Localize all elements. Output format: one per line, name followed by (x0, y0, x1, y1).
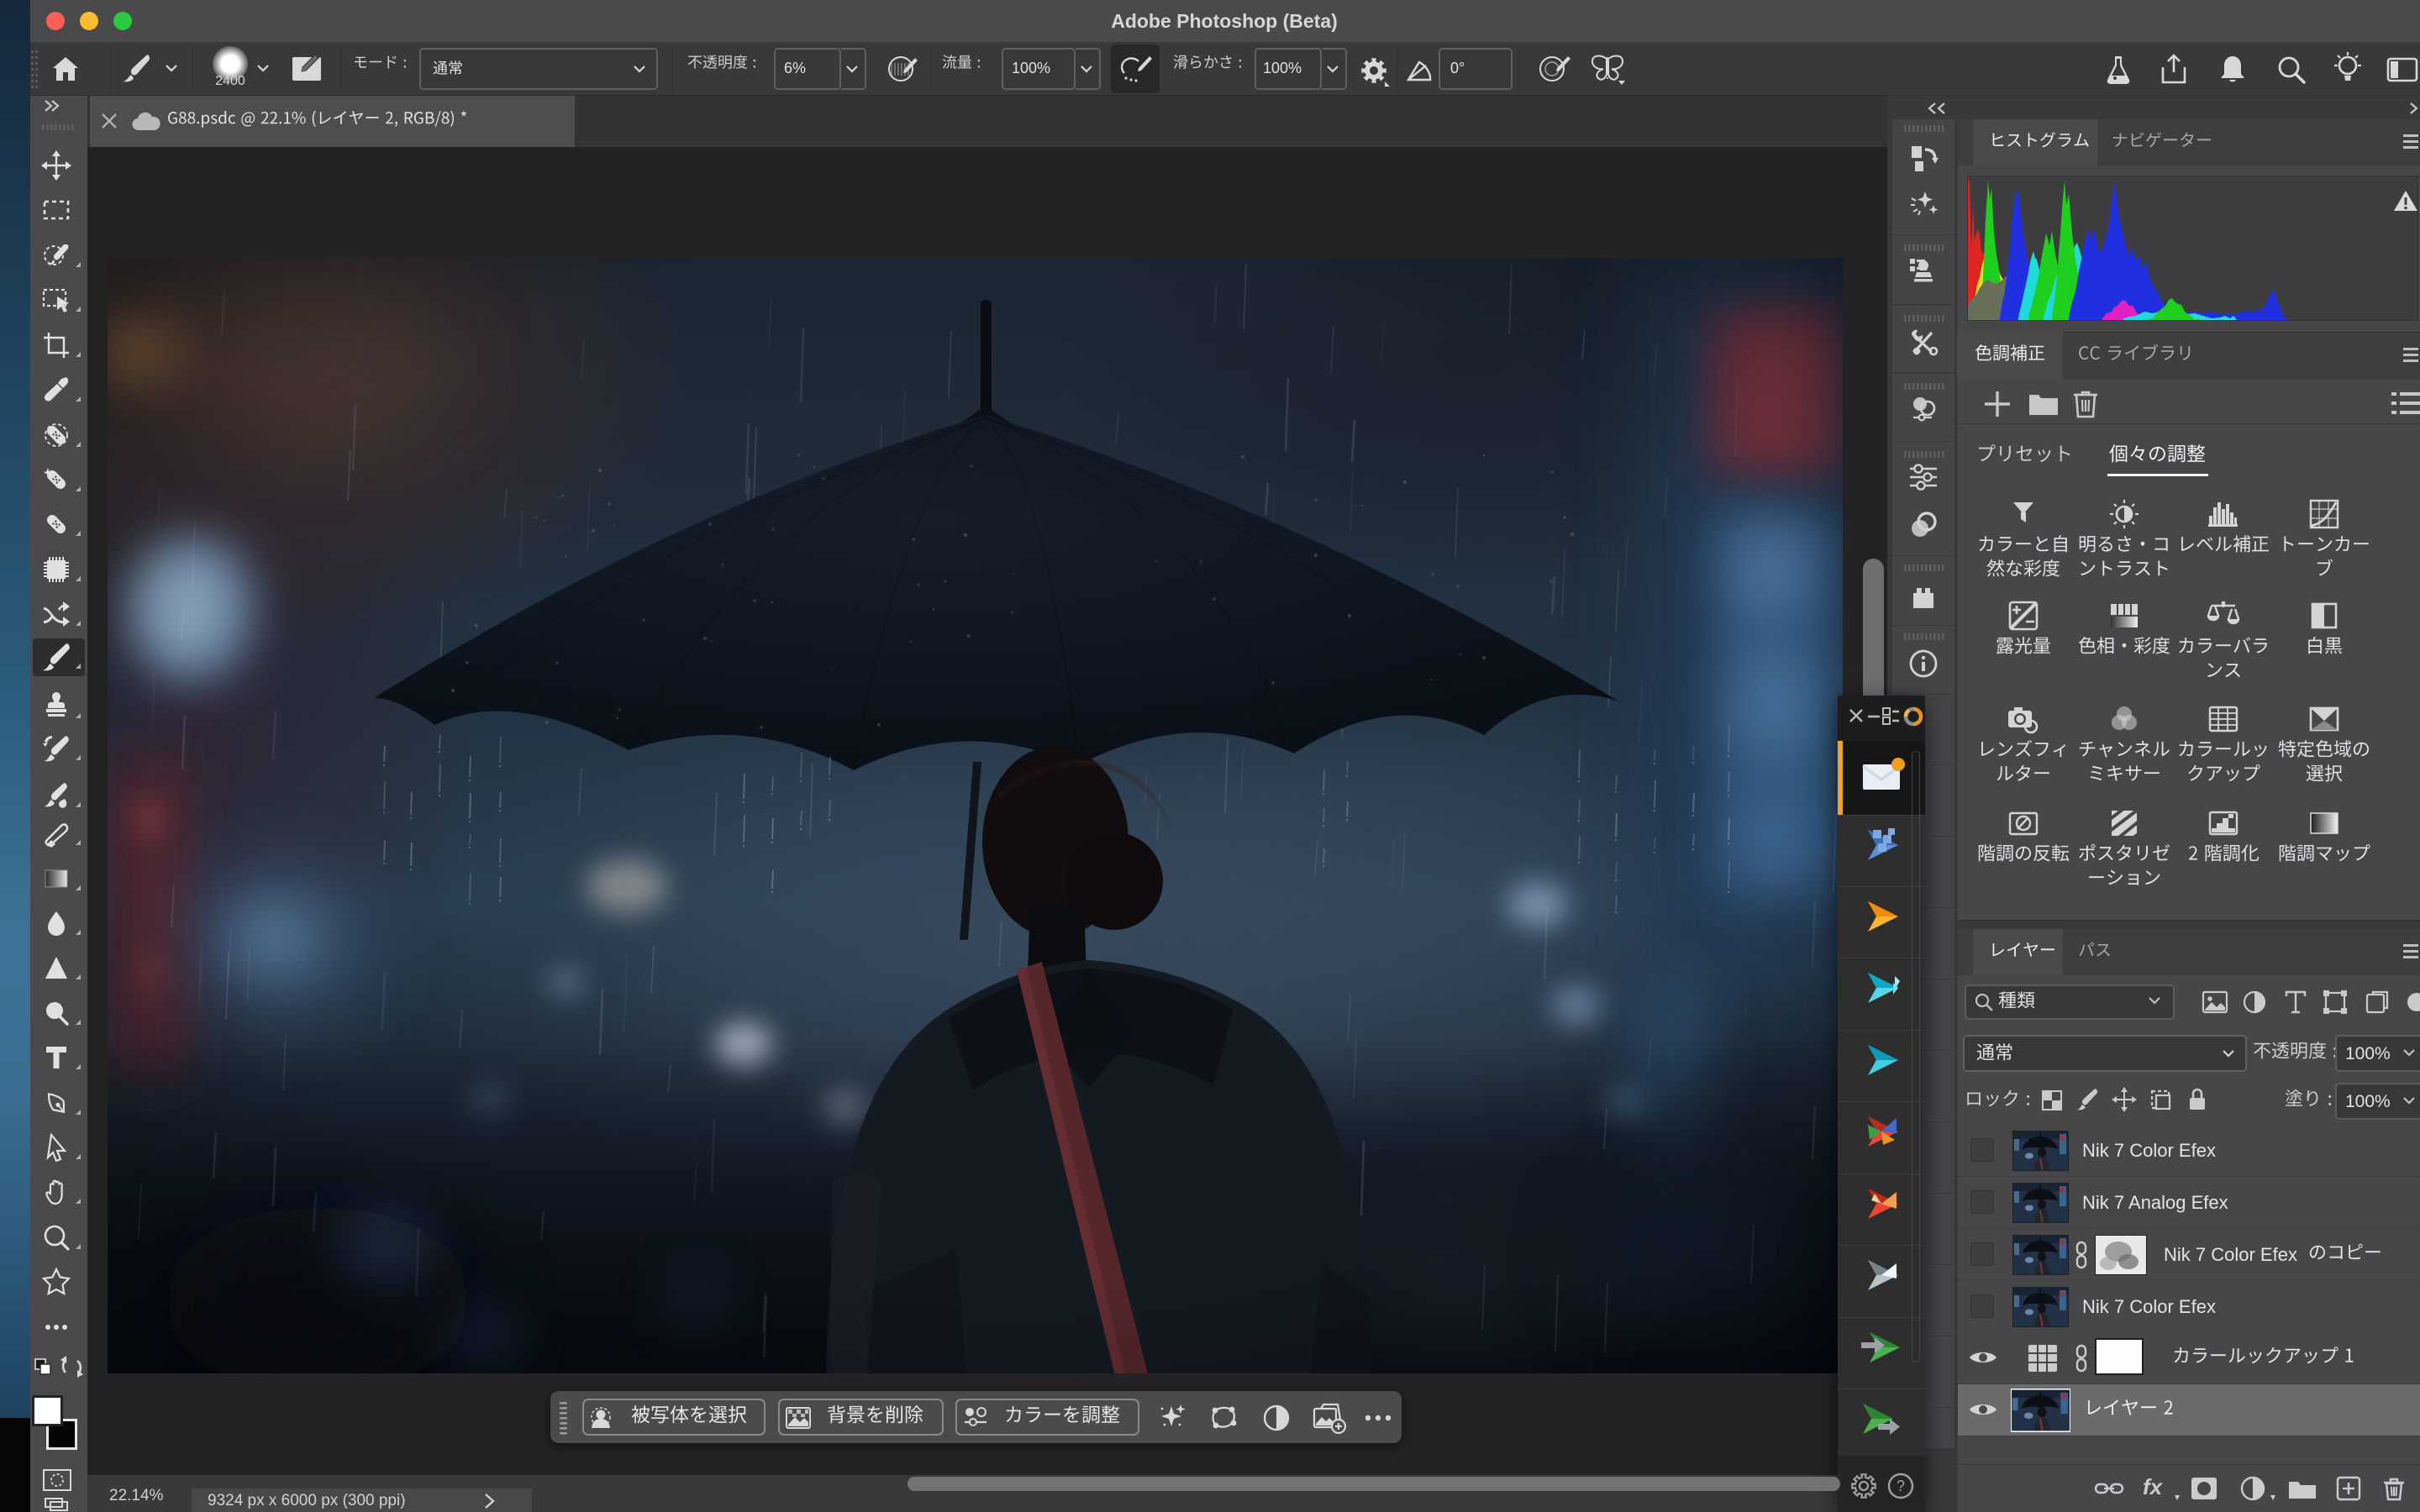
svg-text:?: ? (1897, 1478, 1905, 1494)
